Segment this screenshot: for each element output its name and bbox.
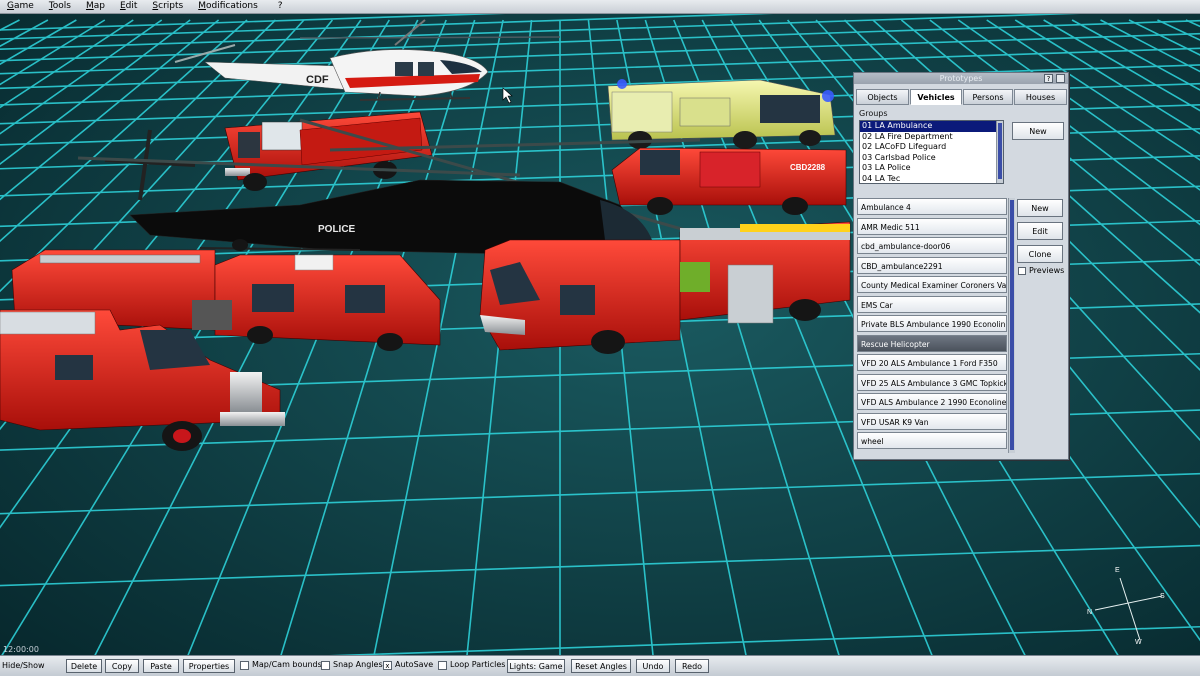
edit-vehicle-button[interactable]: Edit bbox=[1017, 222, 1063, 240]
map-cam-bounds-label: Map/Cam bounds bbox=[252, 660, 322, 669]
menu-scripts[interactable]: Scripts bbox=[145, 0, 191, 13]
paste-button[interactable]: Paste bbox=[143, 659, 179, 673]
copy-button[interactable]: Copy bbox=[105, 659, 139, 673]
game-time: 12:00:00 bbox=[3, 645, 39, 654]
prototypes-window: Prototypes ? Objects Vehicles Persons Ho… bbox=[853, 72, 1069, 460]
group-item[interactable]: 03 Carlsbad Police bbox=[860, 153, 1003, 164]
vehicle-list-item[interactable]: AMR Medic 511 bbox=[857, 217, 1007, 235]
engine-number-label: CBD2288 bbox=[790, 163, 826, 172]
new-vehicle-button[interactable]: New bbox=[1017, 199, 1063, 217]
hide-show-button[interactable]: Hide/Show bbox=[2, 659, 62, 673]
groups-list[interactable]: 01 LA Ambulance 02 LA Fire Department 02… bbox=[859, 120, 1004, 184]
previews-checkbox[interactable] bbox=[1018, 267, 1026, 275]
menu-edit[interactable]: Edit bbox=[113, 0, 145, 13]
lights-button[interactable]: Lights: Game bbox=[507, 659, 565, 673]
menu-help[interactable]: ? bbox=[266, 0, 291, 13]
prototypes-title-bar[interactable]: Prototypes ? bbox=[854, 73, 1068, 84]
vehicle-list: Ambulance 4 AMR Medic 511 cbd_ambulance-… bbox=[857, 198, 1007, 452]
reset-angles-button[interactable]: Reset Angles bbox=[571, 659, 631, 673]
vehicle-list-item[interactable]: VFD ALS Ambulance 2 1990 Econoline bbox=[857, 393, 1007, 410]
vehicle-list-item[interactable]: VFD 20 ALS Ambulance 1 Ford F350 bbox=[857, 354, 1007, 371]
helicopter-cdf-label: CDF bbox=[306, 74, 329, 86]
help-icon[interactable]: ? bbox=[1044, 74, 1053, 83]
new-group-button[interactable]: New bbox=[1012, 122, 1064, 140]
snap-angles-label: Snap Angles bbox=[333, 660, 383, 669]
group-item[interactable]: 03 LA Police bbox=[860, 163, 1003, 174]
red-engine-right[interactable]: CBD2288 bbox=[611, 147, 847, 215]
group-item[interactable]: 02 LACoFD Lifeguard bbox=[860, 142, 1003, 153]
group-item[interactable]: 02 LA Fire Department bbox=[860, 132, 1003, 143]
menu-tools[interactable]: Tools bbox=[42, 0, 79, 13]
autosave-checkbox[interactable]: x bbox=[383, 661, 392, 670]
compass-north-label: N bbox=[1087, 609, 1092, 616]
tab-persons[interactable]: Persons bbox=[963, 89, 1013, 105]
bottom-toolbar: Hide/Show Delete Copy Paste Properties M… bbox=[0, 655, 1200, 676]
properties-button[interactable]: Properties bbox=[183, 659, 235, 673]
vehicle-list-item[interactable]: cbd_ambulance-door06 bbox=[857, 237, 1007, 254]
redo-button[interactable]: Redo bbox=[675, 659, 709, 673]
menu-map[interactable]: Map bbox=[79, 0, 113, 13]
vehicle-list-item[interactable]: VFD 25 ALS Ambulance 3 GMC Topkick bbox=[857, 373, 1007, 391]
vehicle-list-item[interactable]: County Medical Examiner Coroners Van bbox=[857, 276, 1007, 293]
minimize-icon[interactable] bbox=[1056, 74, 1065, 83]
groups-scrollbar[interactable] bbox=[996, 121, 1003, 183]
autosave-label: AutoSave bbox=[395, 660, 434, 669]
vehicle-list-item[interactable]: Ambulance 4 bbox=[857, 198, 1007, 215]
loop-particles-label: Loop Particles bbox=[450, 660, 506, 669]
undo-button[interactable]: Undo bbox=[636, 659, 670, 673]
delete-button[interactable]: Delete bbox=[66, 659, 102, 673]
vehicle-list-item[interactable]: EMS Car bbox=[857, 295, 1007, 313]
tab-houses[interactable]: Houses bbox=[1014, 89, 1067, 105]
groups-label: Groups bbox=[859, 109, 888, 118]
snap-angles-checkbox[interactable] bbox=[321, 661, 330, 670]
menu-modifications[interactable]: Modifications bbox=[191, 0, 266, 13]
tab-objects[interactable]: Objects bbox=[856, 89, 909, 105]
loop-particles-checkbox[interactable] bbox=[438, 661, 447, 670]
compass-west-label: W bbox=[1135, 639, 1142, 646]
menu-bar: Game Tools Map Edit Scripts Modification… bbox=[0, 0, 1200, 14]
previews-label: Previews bbox=[1029, 266, 1065, 275]
vehicle-list-scrollbar[interactable] bbox=[1008, 198, 1015, 453]
tab-vehicles[interactable]: Vehicles bbox=[910, 89, 962, 105]
group-item[interactable]: 01 LA Ambulance bbox=[860, 121, 1003, 132]
helicopter-police-label: POLICE bbox=[318, 224, 356, 235]
compass-east-label: E bbox=[1115, 567, 1120, 574]
prototype-tabs: Objects Vehicles Persons Houses bbox=[856, 89, 1067, 105]
groups-scrollbar-thumb[interactable] bbox=[998, 123, 1002, 179]
vehicle-list-item[interactable]: CBD_ambulance2291 bbox=[857, 256, 1007, 274]
compass-south-label: S bbox=[1160, 593, 1165, 600]
vehicle-list-item[interactable]: Private BLS Ambulance 1990 Econoline Bi bbox=[857, 315, 1007, 332]
group-item[interactable]: 04 LA Tec bbox=[860, 174, 1003, 184]
clone-vehicle-button[interactable]: Clone bbox=[1017, 245, 1063, 263]
vehicle-list-item[interactable]: VFD USAR K9 Van bbox=[857, 412, 1007, 430]
menu-game[interactable]: Game bbox=[0, 0, 42, 13]
prototypes-title: Prototypes bbox=[939, 74, 983, 83]
vehicle-list-item-selected[interactable]: Rescue Helicopter bbox=[857, 334, 1007, 352]
vehicle-list-item[interactable]: wheel bbox=[857, 432, 1007, 449]
vehicle-list-scrollbar-thumb[interactable] bbox=[1010, 200, 1014, 450]
map-cam-bounds-checkbox[interactable] bbox=[240, 661, 249, 670]
